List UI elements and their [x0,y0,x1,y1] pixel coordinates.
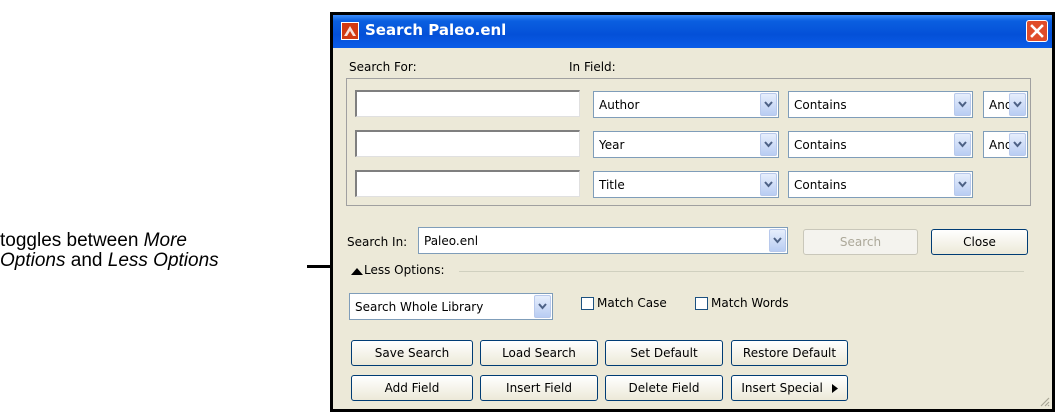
bool-select-2[interactable]: And [983,131,1028,158]
operator-select-2[interactable]: Contains [788,131,973,158]
chevron-down-icon[interactable] [1009,133,1026,156]
restore-default-button[interactable]: Restore Default [731,340,848,366]
match-case-label: Match Case [597,296,667,310]
field-select-2[interactable]: Year [593,131,779,158]
delete-field-button[interactable]: Delete Field [605,375,723,401]
search-button[interactable]: Search [803,229,918,255]
options-divider [459,271,1024,272]
search-term-input-1[interactable] [355,90,580,117]
bool-select-1[interactable]: And [983,91,1028,118]
match-words-checkbox[interactable] [695,297,708,310]
chevron-down-icon[interactable] [760,173,777,196]
triangle-right-icon [831,384,838,393]
save-search-button[interactable]: Save Search [351,340,473,366]
chevron-down-icon[interactable] [534,295,551,318]
field-select-3-value: Title [599,178,625,192]
chevron-down-icon[interactable] [954,133,971,156]
annotation-text-e: Less Options [107,250,219,271]
field-select-1-value: Author [599,98,640,112]
chevron-down-icon[interactable] [760,133,777,156]
less-options-toggle[interactable]: Less Options: [364,263,445,277]
operator-select-3[interactable]: Contains [788,171,973,198]
chevron-down-icon[interactable] [1009,93,1026,116]
search-scope-value: Search Whole Library [355,300,484,314]
chevron-down-icon[interactable] [760,93,777,116]
field-select-1[interactable]: Author [593,91,779,118]
load-search-button[interactable]: Load Search [480,340,598,366]
annotation-text-a: toggles between [0,230,144,251]
search-term-input-3[interactable] [355,170,580,197]
annotation-line-2: Options and Less Options [0,251,330,271]
window-title: Search Paleo.enl [365,21,507,39]
annotation-text-c: Options [0,250,66,271]
search-dialog: Search Paleo.enl Search For: In Field: A… [330,12,1055,412]
search-in-select[interactable]: Paleo.enl [418,227,788,254]
operator-select-3-value: Contains [794,178,847,192]
endnote-app-icon [341,22,359,40]
chevron-down-icon[interactable] [769,229,786,252]
set-default-button[interactable]: Set Default [605,340,723,366]
match-words-label: Match Words [711,296,789,310]
search-scope-select[interactable]: Search Whole Library [349,293,553,320]
field-select-3[interactable]: Title [593,171,779,198]
operator-select-1-value: Contains [794,98,847,112]
operator-select-1[interactable]: Contains [788,91,973,118]
annotation-text-b: More [143,230,187,251]
operator-select-2-value: Contains [794,138,847,152]
insert-special-label: Insert Special [741,381,823,395]
field-select-2-value: Year [599,138,625,152]
match-case-checkbox[interactable] [581,297,594,310]
insert-field-button[interactable]: Insert Field [480,375,598,401]
search-in-value: Paleo.enl [424,234,479,248]
search-term-input-2[interactable] [355,130,580,157]
chevron-down-icon[interactable] [954,173,971,196]
title-bar[interactable]: Search Paleo.enl [333,15,1052,48]
close-icon[interactable] [1026,20,1048,42]
search-in-label: Search In: [347,235,408,249]
in-field-label: In Field: [569,60,616,74]
resize-grip-icon[interactable] [1038,395,1050,407]
annotation-text-d: and [65,250,108,271]
add-field-button[interactable]: Add Field [351,375,473,401]
chevron-down-icon[interactable] [954,93,971,116]
insert-special-button[interactable]: Insert Special [731,375,848,401]
collapse-triangle-icon[interactable] [351,267,363,276]
annotation-line-1: toggles between More [0,231,330,251]
close-button[interactable]: Close [931,229,1028,255]
search-for-label: Search For: [349,60,417,74]
